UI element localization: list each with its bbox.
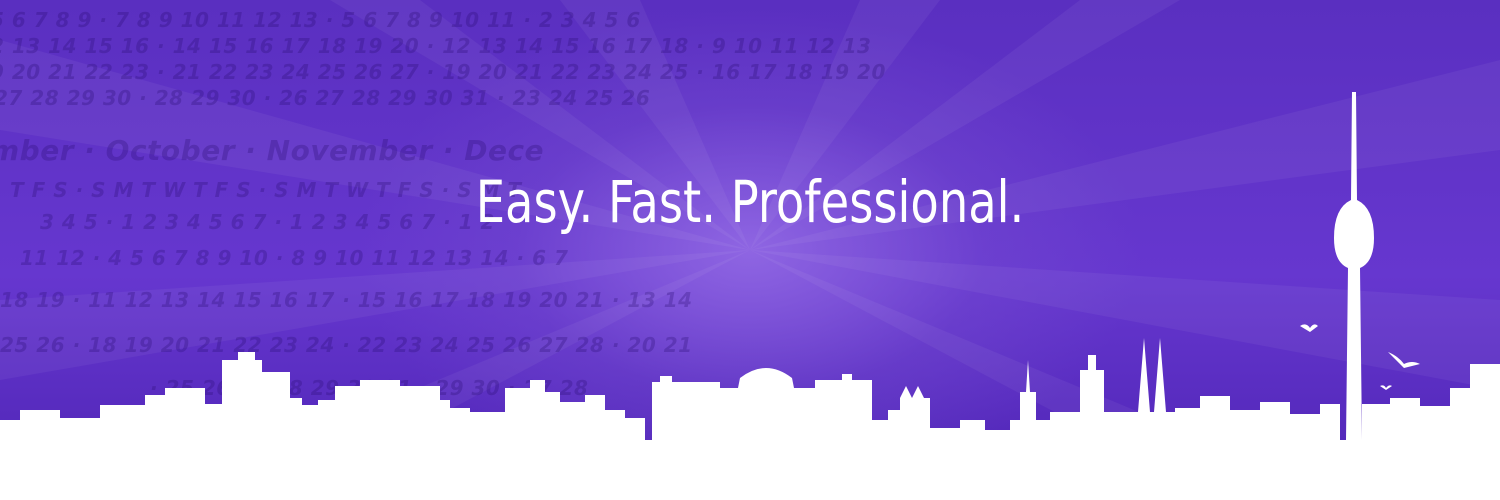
hero-banner: 5 6 7 8 9 · 7 8 9 10 11 12 13 · 5 6 7 8 … (0, 0, 1500, 500)
berlin-skyline-silhouette (0, 92, 1500, 500)
footer-strip (0, 470, 1500, 500)
